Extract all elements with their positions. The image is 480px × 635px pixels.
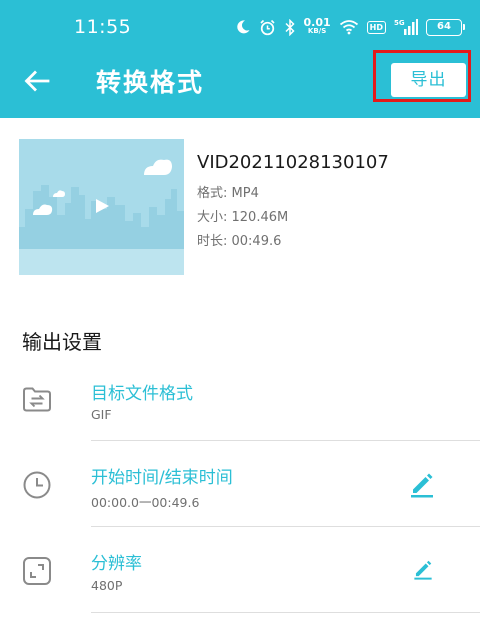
edit-resolution-icon[interactable] [412, 558, 434, 580]
target-format-value: GIF [91, 407, 112, 422]
row-divider [91, 526, 480, 527]
resolution-icon [23, 557, 51, 585]
row-divider [91, 612, 480, 613]
time-range-value: 00:00.0一00:49.6 [91, 495, 200, 510]
row-divider [91, 440, 480, 441]
page-title: 转换格式 [96, 68, 205, 97]
file-format: 格式: MP4 [197, 186, 259, 201]
back-arrow-icon[interactable] [22, 66, 52, 96]
time-range-label: 开始时间/结束时间 [91, 468, 233, 488]
video-thumbnail[interactable] [19, 139, 184, 275]
clock-icon [23, 471, 51, 499]
resolution-value: 480P [91, 578, 123, 593]
resolution-row[interactable]: 分辨率 480P [0, 528, 480, 614]
target-format-row[interactable]: 目标文件格式 GIF [0, 356, 480, 442]
moon-icon [236, 20, 250, 34]
file-duration: 时长: 00:49.6 [197, 234, 282, 249]
signal-5g-icon: 5G [394, 19, 418, 35]
edit-time-icon[interactable] [408, 470, 436, 498]
network-speed: 0.01 KB/S [303, 16, 331, 35]
video-placeholder-image [19, 139, 184, 275]
bluetooth-icon [284, 18, 295, 36]
alarm-icon [259, 19, 275, 35]
folder-convert-icon [23, 387, 51, 412]
status-bar: 11:55 0.01 KB/S HD 5G 64 [0, 0, 480, 52]
status-time: 11:55 [74, 16, 132, 38]
app-header: 11:55 0.01 KB/S HD 5G 64 转换格式 导出 [0, 0, 480, 118]
file-name: VID20211028130107 [197, 152, 389, 173]
target-format-label: 目标文件格式 [91, 384, 193, 404]
status-icons: 0.01 KB/S HD 5G 64 [235, 16, 465, 38]
svg-text:5G: 5G [394, 19, 405, 27]
battery-indicator: 64 [426, 18, 465, 36]
hd-badge: HD [366, 20, 386, 34]
export-button[interactable]: 导出 [391, 63, 466, 97]
wifi-icon [339, 20, 358, 35]
output-settings-title: 输出设置 [22, 330, 102, 354]
file-size: 大小: 120.46M [197, 210, 289, 225]
time-range-row[interactable]: 开始时间/结束时间 00:00.0一00:49.6 [0, 442, 480, 528]
resolution-label: 分辨率 [91, 554, 142, 574]
